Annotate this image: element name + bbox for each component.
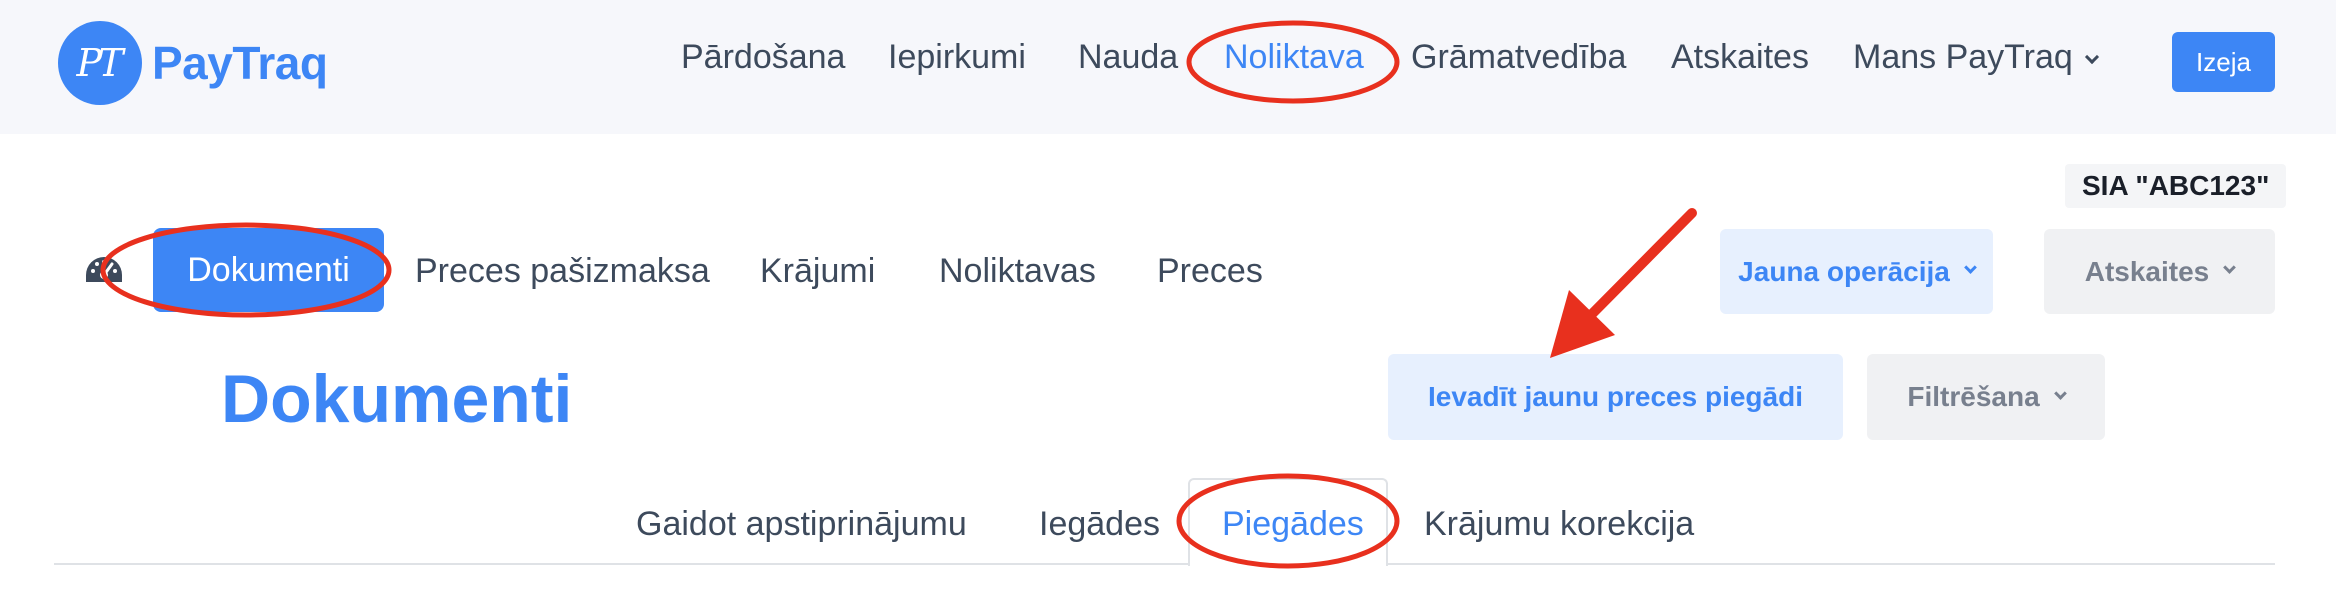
page-title: Dokumenti bbox=[221, 361, 573, 437]
reports-label: Atskaites bbox=[2084, 255, 2210, 287]
exit-button[interactable]: Izeja bbox=[2172, 32, 2275, 92]
topnav-item-purchases[interactable]: Iepirkumi bbox=[888, 38, 1026, 77]
tab-acquisitions[interactable]: Iegādes bbox=[1039, 505, 1160, 544]
logo-mark: PT bbox=[58, 21, 142, 105]
paytraq-logo[interactable]: PT PayTraq bbox=[58, 21, 328, 105]
logo-monogram: PT bbox=[76, 41, 124, 85]
filter-dropdown[interactable]: Filtrēšana bbox=[1867, 354, 2105, 440]
tab-stock-correction[interactable]: Krājumu korekcija bbox=[1424, 505, 1694, 544]
subnav-item-stock[interactable]: Krājumi bbox=[760, 252, 875, 291]
new-operation-dropdown[interactable]: Jauna operācija bbox=[1720, 229, 1993, 314]
company-badge: SIA "ABC123" bbox=[2065, 164, 2287, 208]
chevron-down-icon bbox=[2084, 49, 2099, 65]
topnav-item-warehouse[interactable]: Noliktava bbox=[1224, 38, 1364, 77]
top-header: PT PayTraq Pārdošana Iepirkumi Nauda Nol… bbox=[0, 0, 2336, 134]
topnav-my-paytraq-label: Mans PayTraq bbox=[1853, 38, 2073, 76]
chevron-down-icon bbox=[2053, 386, 2067, 400]
tab-deliveries[interactable]: Piegādes bbox=[1222, 505, 1364, 544]
subnav-item-cost-price[interactable]: Preces pašizmaksa bbox=[415, 252, 710, 291]
topnav-item-money[interactable]: Nauda bbox=[1078, 38, 1178, 77]
reports-dropdown[interactable]: Atskaites bbox=[2044, 229, 2275, 314]
subnav-item-documents[interactable]: Dokumenti bbox=[153, 228, 384, 312]
subnav-item-goods[interactable]: Preces bbox=[1157, 252, 1263, 291]
tab-pending-approval[interactable]: Gaidot apstiprinājumu bbox=[636, 505, 967, 544]
topnav-item-sales[interactable]: Pārdošana bbox=[681, 38, 845, 77]
topnav-item-accounting[interactable]: Grāmatvedība bbox=[1411, 38, 1626, 77]
logo-text: PayTraq bbox=[152, 37, 328, 89]
annotation-arrow-shaft bbox=[1583, 208, 1697, 323]
new-operation-label: Jauna operācija bbox=[1738, 255, 1950, 287]
chevron-down-icon bbox=[2223, 261, 2237, 274]
subnav-item-warehouses[interactable]: Noliktavas bbox=[939, 252, 1096, 291]
new-delivery-button[interactable]: Ievadīt jaunu preces piegādi bbox=[1388, 354, 1843, 440]
filter-label: Filtrēšana bbox=[1907, 381, 2040, 412]
chevron-down-icon bbox=[1963, 261, 1977, 274]
dashboard-gauge-icon[interactable] bbox=[84, 255, 124, 285]
annotation-arrow-head bbox=[1550, 290, 1615, 358]
tabs-divider bbox=[54, 563, 2275, 565]
topnav-item-my-paytraq[interactable]: Mans PayTraq bbox=[1853, 38, 2099, 77]
topnav-item-reports[interactable]: Atskaites bbox=[1671, 38, 1809, 77]
